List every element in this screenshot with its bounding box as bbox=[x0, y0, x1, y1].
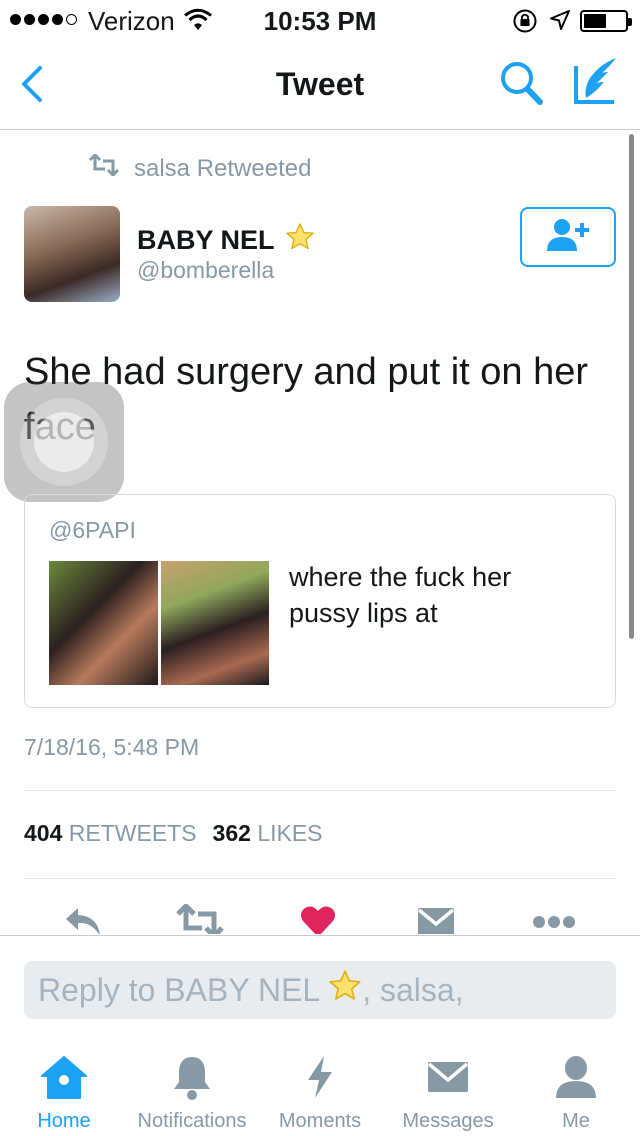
author-handle[interactable]: @bomberella bbox=[137, 257, 274, 284]
quoted-tweet[interactable]: @6PAPI where the fuck her pussy lips at bbox=[24, 494, 616, 708]
reply-placeholder-suffix: , salsa, bbox=[362, 971, 464, 1008]
direct-message-icon[interactable] bbox=[416, 904, 456, 934]
reply-bar: Reply to BABY NEL , salsa, bbox=[0, 935, 640, 1035]
retweet-icon[interactable] bbox=[176, 902, 224, 934]
home-icon bbox=[0, 1052, 128, 1102]
tweet-actions bbox=[0, 900, 640, 934]
lightning-icon bbox=[256, 1052, 384, 1102]
tab-me[interactable]: Me bbox=[512, 1052, 640, 1136]
tab-messages[interactable]: Messages bbox=[384, 1052, 512, 1136]
envelope-icon bbox=[384, 1052, 512, 1102]
quoted-tweet-handle: @6PAPI bbox=[49, 517, 136, 543]
quoted-tweet-image[interactable] bbox=[49, 561, 269, 685]
assistive-touch-button[interactable] bbox=[4, 382, 124, 502]
divider bbox=[24, 878, 616, 879]
status-bar: Verizon 10:53 PM bbox=[0, 0, 640, 40]
star-emoji-icon bbox=[328, 969, 362, 1011]
retweeted-by-label: salsa Retweeted bbox=[134, 154, 312, 182]
tab-label: Me bbox=[562, 1110, 590, 1132]
tab-label: Moments bbox=[278, 1110, 362, 1132]
author-name[interactable]: BABY NEL bbox=[137, 222, 315, 259]
search-icon[interactable] bbox=[498, 58, 546, 108]
compose-feather-icon[interactable] bbox=[570, 54, 622, 108]
tab-bar: Home Notifications Moments Messages Me bbox=[0, 1040, 640, 1136]
add-user-icon bbox=[544, 217, 592, 258]
navigation-bar: Tweet bbox=[0, 40, 640, 130]
tab-moments[interactable]: Moments bbox=[256, 1052, 384, 1136]
retweet-small-icon bbox=[88, 152, 120, 183]
tab-home[interactable]: Home bbox=[0, 1052, 128, 1136]
divider bbox=[24, 790, 616, 791]
like-heart-icon[interactable] bbox=[300, 904, 336, 934]
reply-placeholder-prefix: Reply to BABY NEL bbox=[38, 971, 321, 1008]
status-time: 10:53 PM bbox=[263, 6, 377, 36]
tweet-timestamp: 7/18/16, 5:48 PM bbox=[24, 734, 200, 760]
quoted-tweet-text: where the fuck her pussy lips at bbox=[289, 562, 512, 628]
reply-input[interactable]: Reply to BABY NEL , salsa, bbox=[24, 961, 616, 1019]
author-name-label: BABY NEL bbox=[137, 225, 275, 255]
tab-label: Home bbox=[37, 1110, 91, 1132]
tab-label: Messages bbox=[402, 1110, 494, 1132]
retweeted-by-line[interactable]: salsa Retweeted bbox=[88, 152, 312, 183]
follow-button[interactable] bbox=[520, 207, 616, 267]
star-emoji-icon bbox=[285, 222, 315, 259]
retweets-stat[interactable]: 404 RETWEETS bbox=[24, 820, 197, 847]
likes-stat[interactable]: 362 LIKES bbox=[213, 820, 323, 847]
reply-icon[interactable] bbox=[62, 904, 104, 934]
location-icon bbox=[548, 8, 572, 37]
tab-label: Notifications bbox=[137, 1110, 247, 1132]
tab-notifications[interactable]: Notifications bbox=[128, 1052, 256, 1136]
person-icon bbox=[512, 1052, 640, 1102]
rotation-lock-icon bbox=[512, 8, 538, 39]
battery-icon bbox=[580, 10, 632, 32]
scrollbar[interactable] bbox=[629, 134, 634, 639]
bell-icon bbox=[128, 1052, 256, 1102]
more-options-icon[interactable] bbox=[532, 904, 576, 934]
tweet-stats: 404 RETWEETS 362 LIKES bbox=[24, 820, 323, 847]
avatar[interactable] bbox=[24, 206, 120, 302]
